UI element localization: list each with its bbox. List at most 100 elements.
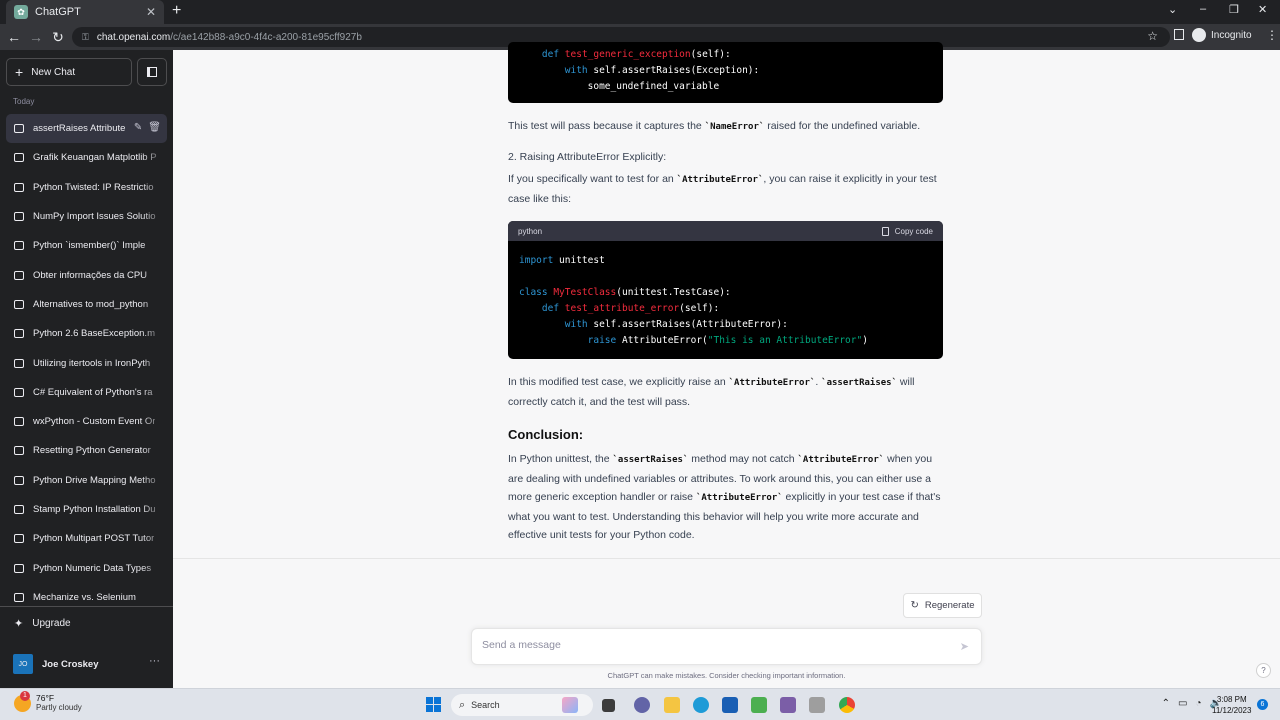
label-fade (141, 319, 167, 349)
clock-date: 11/12/2023 (1212, 706, 1252, 715)
bookmark-star-icon[interactable]: ☆ (1147, 29, 1158, 43)
sidebar-chat-item[interactable]: Python Numeric Data Types (6, 553, 167, 583)
user-menu[interactable]: JO Joe Croskey (13, 654, 99, 674)
inline-code-nameerror: `NameError` (704, 122, 765, 132)
network-icon[interactable]: ▭ (1178, 698, 1187, 709)
side-panel-icon[interactable] (1174, 29, 1184, 40)
new-chat-button[interactable]: + New Chat (6, 58, 132, 86)
chat-item-label: Python Twisted: IP Restrictio (33, 181, 154, 193)
sidebar-chat-item[interactable]: Utilizing itertools in IronPyth (6, 348, 167, 378)
weather-widget[interactable]: 1 76°F Partly cloudy (14, 691, 82, 712)
url-host: chat.openai.com (96, 31, 171, 43)
tab-close-icon[interactable]: ✕ (146, 5, 156, 19)
code-token: (self): (679, 303, 720, 314)
upgrade-button[interactable]: ✦ Upgrade (14, 617, 71, 630)
back-icon[interactable]: ← (3, 29, 25, 45)
wifi-icon[interactable]: ◔ (1196, 698, 1202, 709)
sidebar-chat-item[interactable]: Alternatives to mod_python (6, 289, 167, 320)
weather-temp: 76°F (36, 693, 55, 703)
code-token: self.assertRaises(Exception): (593, 65, 760, 76)
incognito-indicator[interactable]: Incognito (1192, 28, 1252, 42)
regenerate-button[interactable]: ↻ Regenerate (903, 593, 982, 618)
code-body: import unittest class MyTestClass(unittes… (508, 241, 943, 349)
toggle-sidebar-button[interactable] (137, 58, 167, 86)
forward-icon[interactable]: → (25, 29, 47, 45)
plus-icon: + (15, 64, 24, 80)
site-info-icon[interactable]: ⚿ (82, 32, 89, 43)
p4-text-a: In Python unittest, the (508, 453, 613, 465)
chat-item-label: Python Numeric Data Types (33, 562, 152, 574)
incognito-icon (1192, 28, 1206, 42)
clock[interactable]: 3:08 PM 11/12/2023 (1212, 694, 1251, 716)
copy-code-button[interactable]: Copy code (881, 226, 933, 236)
sidebar-chat-item[interactable]: Python 2.6 BaseException.m (6, 319, 167, 349)
start-button[interactable] (426, 697, 441, 712)
code-block: python Copy code import unittest class My… (508, 221, 943, 359)
help-button[interactable]: ? (1256, 663, 1271, 678)
message-input[interactable] (482, 639, 942, 651)
tab-search-icon[interactable]: ⌄ (1168, 3, 1177, 16)
label-fade (141, 260, 167, 290)
notification-badge[interactable]: 6 (1257, 699, 1268, 710)
sidebar-chat-item[interactable]: Python `ismember()` Imple (6, 231, 167, 261)
code-token: ) (862, 335, 868, 346)
message-composer: ➤ (471, 628, 982, 665)
sidebar-chat-item[interactable]: NumPy Import Issues Solutio (6, 201, 167, 232)
sidebar-chat-item[interactable]: Python Multipart POST Tutor (6, 524, 167, 554)
taskbar-search-label: Search (471, 700, 500, 710)
new-tab-button[interactable]: + (172, 2, 181, 20)
vscode-icon[interactable] (780, 697, 796, 713)
store-icon[interactable] (722, 697, 738, 713)
code-line: import unittest (508, 253, 943, 269)
label-fade (141, 582, 167, 613)
chat-bubble-icon (14, 563, 24, 573)
browser-tab[interactable]: ✿ ChatGPT ✕ (6, 0, 164, 24)
sidebar-chat-item[interactable]: Mechanize vs. Selenium (6, 582, 167, 613)
send-icon[interactable]: ➤ (960, 640, 969, 653)
code-line: some_undefined_variable (508, 79, 943, 95)
maximize-button[interactable]: ❐ (1229, 3, 1239, 16)
url-path: /c/ae142b88-a9c0-4f4c-a200-81e95cff927b (170, 31, 362, 43)
section-label-today: Today (13, 97, 35, 106)
sidebar-chat-item[interactable]: Stamp Python Installation Du (6, 494, 167, 525)
chrome-icon[interactable] (839, 697, 855, 713)
inline-code-attributeerror: `AttributeError` (797, 455, 885, 465)
sidebar-chat-item[interactable]: Obter informações da CPU (6, 260, 167, 290)
browser-menu-icon[interactable]: ⋮ (1266, 28, 1278, 42)
inline-code-attributeerror: `AttributeError` (695, 493, 783, 504)
code-line: def test_generic_exception(self): (508, 47, 943, 63)
delete-icon[interactable]: 🗑 (148, 122, 161, 133)
chat-item-label: Mechanize vs. Selenium (33, 591, 136, 603)
teams-chat-icon[interactable] (634, 697, 650, 713)
browser-tabstrip: ✿ ChatGPT ✕ + ⌄ – ❐ ✕ (0, 0, 1280, 24)
code-token: "This is an AttributeError" (707, 335, 863, 346)
task-view-icon[interactable] (602, 699, 615, 712)
minimize-button[interactable]: – (1200, 3, 1206, 15)
edit-icon[interactable]: ✎ (134, 122, 142, 133)
sidebar-chat-item[interactable]: Python Drive Mapping Metho (6, 465, 167, 495)
edge-icon[interactable] (693, 697, 709, 713)
sidebar-chat-item[interactable]: wxPython - Custom Event Or (6, 406, 167, 437)
chat-bubble-icon (14, 299, 24, 309)
notepad-icon[interactable] (751, 697, 767, 713)
sidebar-chat-item[interactable]: Grafik Keuangan Matplotlib P (6, 143, 167, 173)
code-line: class MyTestClass(unittest.TestCase): (508, 285, 943, 301)
label-fade (141, 377, 167, 407)
chat-item-label: Resetting Python Generator (33, 445, 151, 457)
sidebar-chat-item[interactable]: assertRaises Attribute ✎ 🗑 (6, 114, 167, 144)
chat-item-label: Python Multipart POST Tutor (33, 533, 155, 545)
chatgpt-favicon-icon: ✿ (14, 5, 28, 19)
sidebar-chat-item[interactable]: C# Equivalent of Python's ra (6, 377, 167, 407)
p4-text-b: method may not catch (688, 453, 798, 465)
sidebar-chat-item[interactable]: Python Twisted: IP Restrictio (6, 172, 167, 202)
reload-icon[interactable]: ↻ (47, 29, 69, 46)
photos-icon[interactable] (809, 697, 825, 713)
tray-chevron-icon[interactable]: ⌃ (1162, 698, 1170, 709)
close-window-button[interactable]: ✕ (1258, 3, 1267, 16)
file-explorer-icon[interactable] (664, 697, 680, 713)
user-more-icon[interactable]: ··· (149, 655, 160, 667)
sidebar-chat-item[interactable]: Resetting Python Generator (6, 436, 167, 466)
